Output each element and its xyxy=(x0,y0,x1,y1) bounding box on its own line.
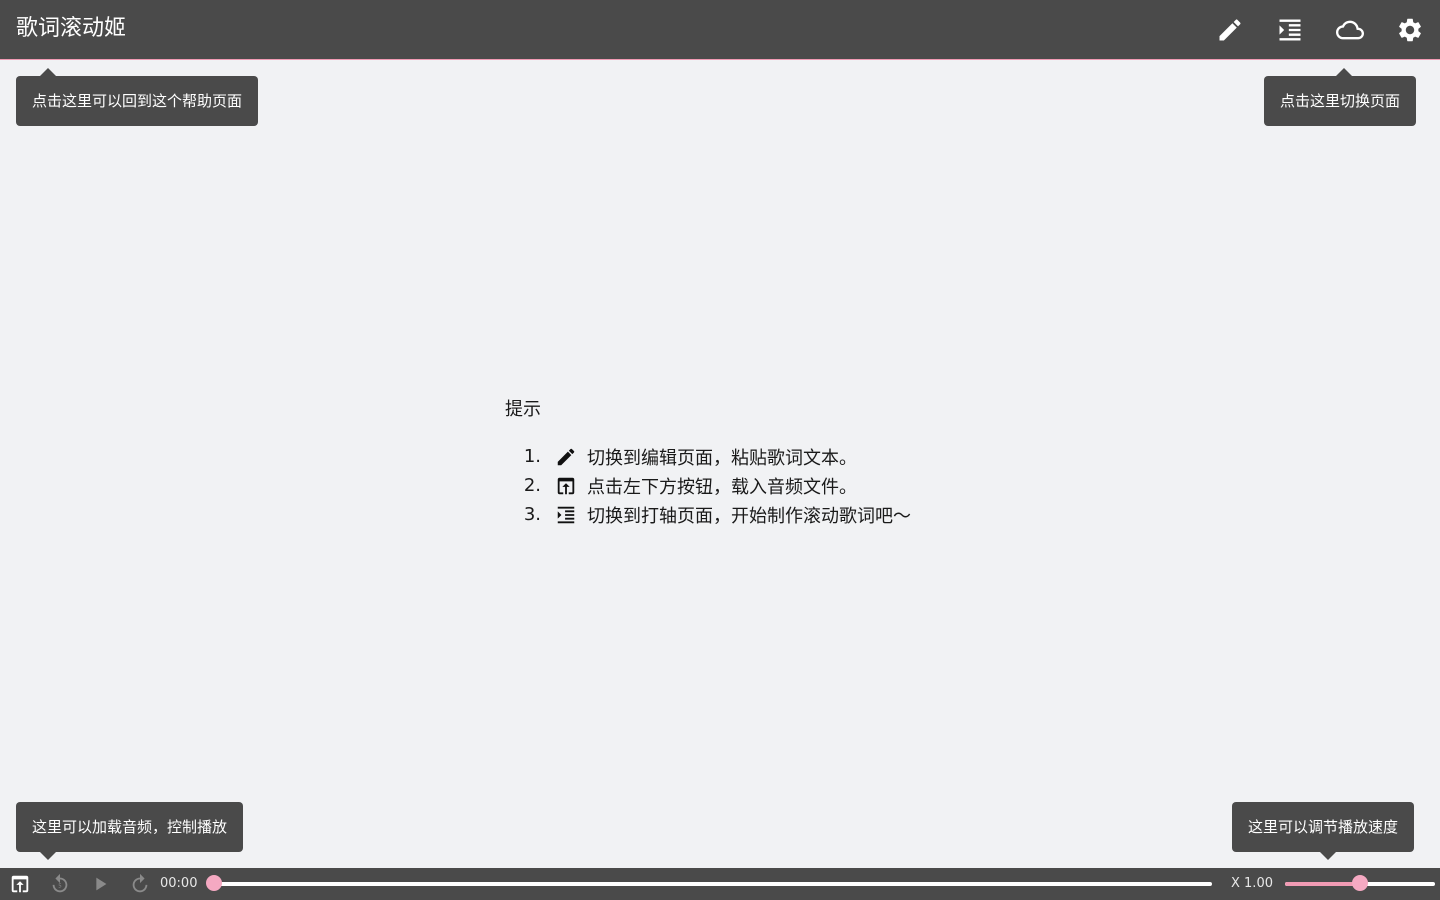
audio-tooltip-text: 这里可以加载音频，控制播放 xyxy=(32,818,228,836)
upload-box-icon xyxy=(11,875,29,893)
app-title[interactable]: 歌词滚动姬 xyxy=(16,13,126,45)
tip-number: 1. xyxy=(523,446,541,467)
svg-text:5: 5 xyxy=(58,884,62,890)
switch-page-tooltip: 点击这里切换页面 xyxy=(1264,68,1417,126)
load-audio-button[interactable] xyxy=(8,872,32,896)
tooltip-arrow xyxy=(40,68,56,76)
list-item: 2. 点击左下方按钮，载入音频文件。 xyxy=(505,471,911,500)
replay-icon: 5 xyxy=(52,873,68,893)
upload-box-icon xyxy=(555,475,577,497)
edit-page-button[interactable] xyxy=(1210,10,1250,50)
settings-button[interactable] xyxy=(1390,10,1430,50)
tooltip-arrow xyxy=(1336,68,1352,76)
list-item: 3. 切换到打轴页面，开始制作滚动歌词吧～ xyxy=(505,500,911,529)
rewind-button[interactable]: 5 xyxy=(48,872,72,896)
speed-label: X 1.00 xyxy=(1231,876,1273,891)
help-tooltip-text: 点击这里可以回到这个帮助页面 xyxy=(32,92,243,110)
audio-tooltip: 这里可以加载音频，控制播放 xyxy=(16,802,244,860)
help-tooltip: 点击这里可以回到这个帮助页面 xyxy=(16,68,259,126)
gear-icon xyxy=(1399,18,1421,42)
player-bar: 5 00:00 X 1.00 xyxy=(0,868,1440,900)
tips-list: 1. 切换到编辑页面，粘贴歌词文本。 2. 点击左下方按钮，载入音频文件。 3.… xyxy=(505,442,911,529)
progress-track[interactable] xyxy=(214,882,1212,886)
speed-tooltip: 这里可以调节播放速度 xyxy=(1232,802,1415,860)
switch-page-tooltip-text: 点击这里切换页面 xyxy=(1280,92,1401,110)
play-button[interactable] xyxy=(88,872,112,896)
pencil-icon xyxy=(555,446,577,468)
progress-thumb[interactable] xyxy=(206,875,222,891)
tips-panel: 提示 1. 切换到编辑页面，粘贴歌词文本。 2. 点击左下方按钮，载入音频文件。… xyxy=(505,396,911,529)
pencil-icon xyxy=(1219,19,1241,41)
format-indent-icon xyxy=(1279,19,1301,41)
tip-number: 2. xyxy=(523,475,541,496)
forward-icon xyxy=(132,873,148,893)
tip-text: 切换到打轴页面，开始制作滚动歌词吧～ xyxy=(587,505,911,527)
tooltip-arrow xyxy=(40,852,56,860)
tooltip-arrow xyxy=(1320,852,1336,860)
speed-fill xyxy=(1285,882,1360,886)
tag-page-button[interactable] xyxy=(1270,10,1310,50)
cloud-page-button[interactable] xyxy=(1330,10,1370,50)
tip-number: 3. xyxy=(523,504,541,525)
tip-text: 点击左下方按钮，载入音频文件。 xyxy=(587,476,857,498)
app-header: 歌词滚动姬 xyxy=(0,0,1440,60)
speed-thumb[interactable] xyxy=(1352,875,1368,891)
cloud-icon xyxy=(1336,20,1364,40)
list-item: 1. 切换到编辑页面，粘贴歌词文本。 xyxy=(505,442,911,471)
play-icon xyxy=(96,877,107,891)
format-indent-icon xyxy=(555,504,577,526)
forward-button[interactable] xyxy=(128,872,152,896)
tip-text: 切换到编辑页面，粘贴歌词文本。 xyxy=(587,447,857,469)
current-time: 00:00 xyxy=(160,876,198,891)
speed-tooltip-text: 这里可以调节播放速度 xyxy=(1248,818,1399,836)
tips-title: 提示 xyxy=(505,399,541,420)
